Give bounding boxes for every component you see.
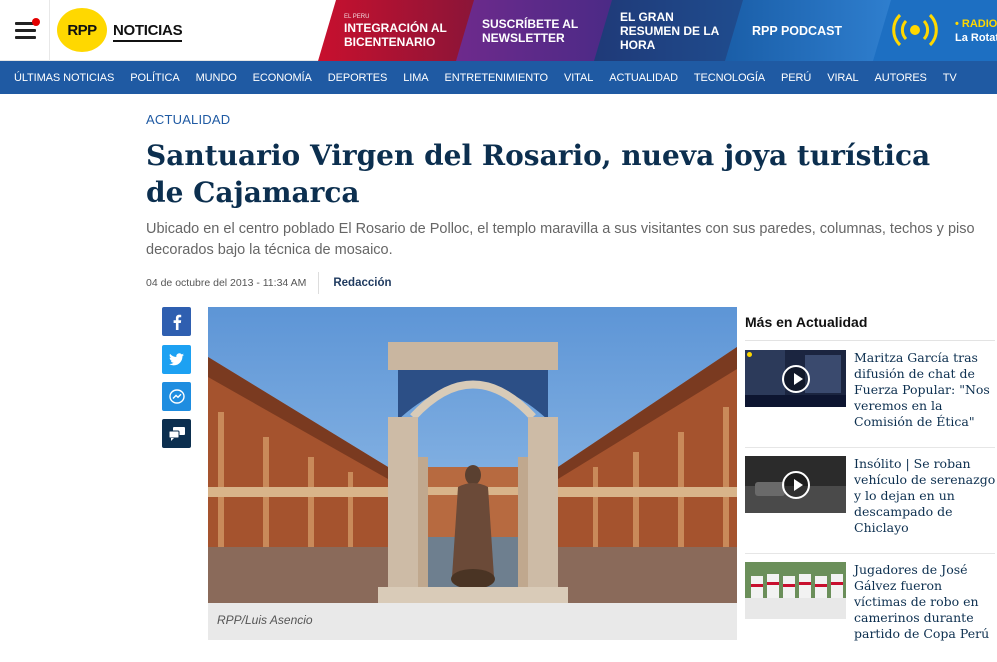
section-label[interactable]: ACTUALIDAD xyxy=(146,112,230,127)
nav-item-lima[interactable]: LIMA xyxy=(403,72,428,84)
messenger-icon xyxy=(168,388,185,404)
nav-item-tecnologia[interactable]: TECNOLOGÍA xyxy=(694,72,765,84)
article-author[interactable]: Redacción xyxy=(333,277,391,289)
share-twitter-button[interactable] xyxy=(162,345,191,374)
notification-dot xyxy=(32,18,40,26)
hamburger-line xyxy=(15,29,36,32)
share-messenger-button[interactable] xyxy=(162,382,191,411)
sidebar-item-title[interactable]: Insólito | Se roban vehículo de serenazg… xyxy=(854,456,997,536)
team-photo-thumbnail xyxy=(745,562,846,619)
promo-label: INTEGRACIÓN AL BICENTENARIO xyxy=(344,20,447,49)
nav-item-actualidad[interactable]: ACTUALIDAD xyxy=(609,72,678,84)
santuario-photo xyxy=(208,307,737,603)
facebook-icon xyxy=(173,314,181,330)
promo-podcast[interactable]: RPP PODCAST xyxy=(725,0,895,61)
promo-label: RPP PODCAST xyxy=(752,23,843,38)
nav-item-vital[interactable]: VITAL xyxy=(564,72,593,84)
sidebar-item[interactable]: Maritza García tras difusión de chat de … xyxy=(745,350,997,450)
sidebar-thumbnail[interactable] xyxy=(745,456,846,513)
article-title: Santuario Virgen del Rosario, nueva joya… xyxy=(146,139,931,209)
promo-label: EL GRAN RESUMEN DE LA HORA xyxy=(620,9,719,52)
article-photo[interactable] xyxy=(208,307,737,603)
sidebar-thumbnail[interactable] xyxy=(745,562,846,619)
article-subtitle: Ubicado en el centro poblado El Rosario … xyxy=(146,221,975,258)
menu-button[interactable] xyxy=(0,0,50,61)
promo-resumen[interactable]: EL GRAN RESUMEN DE LA HORA xyxy=(594,0,744,61)
sidebar-heading: Más en Actualidad xyxy=(745,314,995,341)
radio-label[interactable]: • RADIO La Rotat xyxy=(955,17,997,45)
article-meta: 04 de octubre del 2013 - 11:34 AM Redacc… xyxy=(146,272,392,294)
promo-newsletter[interactable]: SUSCRÍBETE AL NEWSLETTER xyxy=(456,0,614,61)
top-header: RPP NOTICIAS EL PERÚ INTEGRACIÓN AL BICE… xyxy=(0,0,997,61)
logo-text: RPP xyxy=(67,21,97,39)
nav-item-tv[interactable]: TV xyxy=(943,72,957,84)
hamburger-line xyxy=(15,36,36,39)
nav-item-ultimas[interactable]: ÚLTIMAS NOTICIAS xyxy=(14,72,114,84)
rpp-logo[interactable]: RPP xyxy=(57,8,107,52)
nav-item-economia[interactable]: ECONOMÍA xyxy=(253,72,312,84)
nav-item-viral[interactable]: VIRAL xyxy=(827,72,858,84)
brand-name[interactable]: NOTICIAS xyxy=(113,22,183,42)
comments-icon xyxy=(168,426,185,441)
divider xyxy=(745,553,995,554)
play-icon xyxy=(782,471,810,499)
sidebar-item[interactable]: Jugadores de José Gálvez fueron víctimas… xyxy=(745,562,997,662)
play-icon xyxy=(782,365,810,393)
share-facebook-button[interactable] xyxy=(162,307,191,336)
nav-item-entretenimiento[interactable]: ENTRETENIMIENTO xyxy=(445,72,549,84)
promo-label: SUSCRÍBETE AL NEWSLETTER xyxy=(482,16,579,45)
share-comments-button[interactable] xyxy=(162,419,191,448)
divider xyxy=(745,447,995,448)
main-nav: ÚLTIMAS NOTICIAS POLÍTICA MUNDO ECONOMÍA… xyxy=(0,61,997,94)
nav-item-deportes[interactable]: DEPORTES xyxy=(328,72,388,84)
sidebar-item-title[interactable]: Jugadores de José Gálvez fueron víctimas… xyxy=(854,562,997,642)
article-date: 04 de octubre del 2013 - 11:34 AM xyxy=(146,272,320,294)
promo-kicker: EL PERÚ xyxy=(344,13,370,20)
nav-item-peru[interactable]: PERÚ xyxy=(781,72,811,84)
live-dot xyxy=(747,352,752,357)
photo-caption: RPP/Luis Asencio xyxy=(208,603,737,640)
promo-bicentenario[interactable]: EL PERÚ INTEGRACIÓN AL BICENTENARIO xyxy=(318,0,476,61)
radio-station: La Rotat xyxy=(955,32,997,44)
sidebar-thumbnail[interactable] xyxy=(745,350,846,407)
nav-item-autores[interactable]: AUTORES xyxy=(875,72,927,84)
sidebar-item[interactable]: Insólito | Se roban vehículo de serenazg… xyxy=(745,456,997,556)
twitter-icon xyxy=(169,353,184,366)
radio-signal-icon xyxy=(892,13,938,47)
sidebar-item-title[interactable]: Maritza García tras difusión de chat de … xyxy=(854,350,997,430)
nav-item-politica[interactable]: POLÍTICA xyxy=(130,72,179,84)
radio-kicker: • RADIO xyxy=(955,18,997,30)
nav-item-mundo[interactable]: MUNDO xyxy=(196,72,237,84)
